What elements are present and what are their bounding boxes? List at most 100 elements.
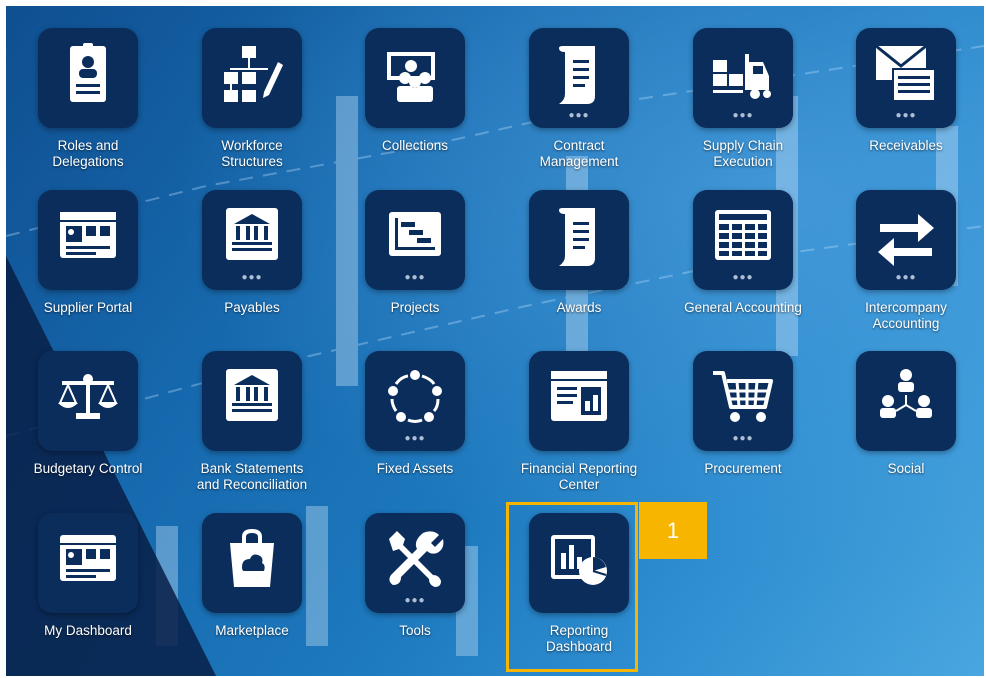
app-tile-button[interactable]: ●●● <box>693 351 793 451</box>
app-tile-label: Supply Chain Execution <box>702 138 784 169</box>
app-tile-receivables[interactable]: ●●● Receivables <box>824 6 984 168</box>
more-dots-icon: ●●● <box>404 433 426 444</box>
app-tile-button[interactable]: ●●● <box>202 190 302 290</box>
bank-statements-icon <box>226 369 278 421</box>
receivables-icon <box>875 44 936 102</box>
supply-chain-icon <box>713 54 771 99</box>
app-tile-label: Roles and Delegations <box>52 138 124 169</box>
payables-icon <box>226 208 278 260</box>
app-tile-label: Awards <box>556 300 602 315</box>
app-tile-label: Payables <box>224 300 280 315</box>
app-tile-label: General Accounting <box>684 300 802 315</box>
collections-icon <box>387 52 435 102</box>
app-tile-button[interactable]: ●●● <box>365 190 465 290</box>
app-tile-button[interactable] <box>202 351 302 451</box>
app-tile-label: Supplier Portal <box>43 300 133 315</box>
more-dots-icon: ●●● <box>895 110 917 121</box>
app-tile-button[interactable]: ●●● <box>529 28 629 128</box>
more-dots-icon: ●●● <box>404 272 426 283</box>
app-tile-tools[interactable]: ●●● Tools <box>333 491 497 653</box>
more-dots-icon: ●●● <box>404 595 426 606</box>
app-tile-my-dashboard[interactable]: My Dashboard <box>6 491 170 653</box>
app-tile-financial-reporting-center[interactable]: Financial Reporting Center <box>497 329 661 492</box>
app-tile-label: Financial Reporting Center <box>520 461 638 492</box>
app-tile-button[interactable]: ●●● <box>365 351 465 451</box>
app-tile-label: Social <box>887 461 925 476</box>
app-tile-button[interactable] <box>202 28 302 128</box>
app-tile-label: Procurement <box>704 461 782 476</box>
app-tile-label: Marketplace <box>215 623 289 638</box>
general-accounting-icon <box>715 210 771 260</box>
app-tile-button[interactable]: ●●● <box>693 28 793 128</box>
more-dots-icon: ●●● <box>732 433 754 444</box>
app-tile-label: My Dashboard <box>44 623 132 638</box>
app-tile-button[interactable] <box>856 351 956 451</box>
app-tile-button[interactable]: ●●● <box>693 190 793 290</box>
springboard: Roles and Delegations Workforce Structures C… <box>6 6 984 676</box>
app-tile-budgetary-control[interactable]: Budgetary Control <box>6 329 170 491</box>
app-tile-label: Fixed Assets <box>376 461 454 476</box>
app-tile-general-accounting[interactable]: ●●● General Accounting <box>661 168 825 330</box>
app-tile-button[interactable]: ●●● <box>856 190 956 290</box>
app-tile-button[interactable]: ●●● <box>365 513 465 613</box>
app-tile-button[interactable] <box>365 28 465 128</box>
dashboard-icon <box>60 535 116 581</box>
social-icon <box>880 369 932 418</box>
app-tile-label: Contract Management <box>539 138 619 169</box>
roles-delegations-icon <box>70 43 106 102</box>
app-tile-button[interactable] <box>529 190 629 290</box>
app-tile-contract-management[interactable]: ●●● Contract Management <box>497 6 661 169</box>
budgetary-control-icon <box>58 374 118 419</box>
app-tile-workforce-structures[interactable]: Workforce Structures <box>170 6 334 169</box>
app-tile-button[interactable]: ●●● <box>856 28 956 128</box>
app-tile-label: Workforce Structures <box>221 138 283 169</box>
app-tile-button[interactable] <box>38 351 138 451</box>
more-dots-icon: ●●● <box>241 272 263 283</box>
app-tile-button[interactable] <box>202 513 302 613</box>
app-tile-intercompany-accounting[interactable]: ●●● Intercompany Accounting <box>824 168 984 331</box>
app-tile-label: Collections <box>381 138 449 153</box>
app-tile-procurement[interactable]: ●●● Procurement <box>661 329 825 491</box>
awards-icon <box>559 208 595 266</box>
intercompany-icon <box>878 214 934 266</box>
app-tile-label: Projects <box>390 300 440 315</box>
fixed-assets-icon <box>388 370 442 423</box>
app-tile-label: Tools <box>399 623 431 638</box>
app-tile-button[interactable] <box>529 513 629 613</box>
projects-icon <box>389 212 441 256</box>
more-dots-icon: ●●● <box>732 110 754 121</box>
reporting-dashboard-icon <box>551 535 607 585</box>
app-tile-collections[interactable]: Collections <box>333 6 497 168</box>
app-tile-bank-statements-and-reconciliation[interactable]: Bank Statements and Reconciliation <box>170 329 334 492</box>
supplier-portal-icon <box>60 212 116 258</box>
financial-reporting-icon <box>551 371 607 421</box>
more-dots-icon: ●●● <box>732 272 754 283</box>
app-tile-fixed-assets[interactable]: ●●● Fixed Assets <box>333 329 497 491</box>
app-tile-awards[interactable]: Awards <box>497 168 661 330</box>
app-tile-label: Intercompany Accounting <box>865 300 947 331</box>
app-tile-supplier-portal[interactable]: Supplier Portal <box>6 168 170 330</box>
app-tile-social[interactable]: Social <box>824 329 984 491</box>
tools-icon <box>389 531 444 587</box>
more-dots-icon: ●●● <box>568 110 590 121</box>
callout-badge: 1 <box>639 502 707 559</box>
app-tile-marketplace[interactable]: Marketplace <box>170 491 334 653</box>
app-tile-supply-chain-execution[interactable]: ●●● Supply Chain Execution <box>661 6 825 169</box>
app-tile-label: Bank Statements and Reconciliation <box>196 461 308 492</box>
workforce-structures-icon <box>224 46 283 102</box>
app-tile-label: Budgetary Control <box>33 461 143 476</box>
app-tile-roles-and-delegations[interactable]: Roles and Delegations <box>6 6 170 169</box>
app-tile-button[interactable] <box>529 351 629 451</box>
app-tile-button[interactable] <box>38 28 138 128</box>
app-tile-reporting-dashboard[interactable]: Reporting Dashboard <box>497 491 661 654</box>
app-tile-projects[interactable]: ●●● Projects <box>333 168 497 330</box>
app-tile-label: Reporting Dashboard <box>545 623 613 654</box>
app-tile-button[interactable] <box>38 190 138 290</box>
procurement-icon <box>713 371 773 422</box>
app-tile-button[interactable] <box>38 513 138 613</box>
contract-management-icon <box>559 46 595 104</box>
more-dots-icon: ●●● <box>895 272 917 283</box>
app-tile-label: Receivables <box>869 138 943 153</box>
marketplace-icon <box>230 528 274 587</box>
app-tile-payables[interactable]: ●●● Payables <box>170 168 334 330</box>
